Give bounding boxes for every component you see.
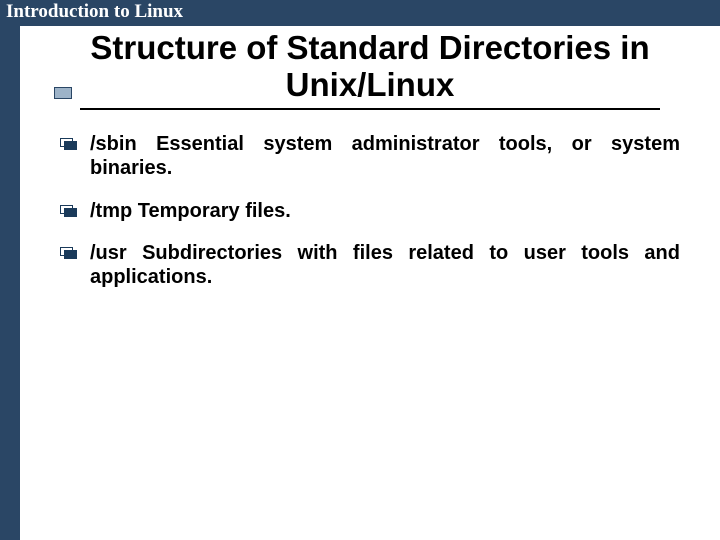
header-bar: Introduction to Linux <box>0 0 720 26</box>
bullet-icon <box>60 138 78 152</box>
title-underline <box>80 108 660 110</box>
bullet-icon <box>60 205 78 219</box>
slide: Introduction to Linux Structure of Stand… <box>0 0 720 540</box>
list-item-text: /usr Subdirectories with files related t… <box>90 241 680 290</box>
title-bullet-icon <box>40 86 86 100</box>
body-list: /sbin Essential system administrator too… <box>60 132 680 290</box>
list-item: /sbin Essential system administrator too… <box>60 132 680 181</box>
bullet-icon <box>60 247 78 261</box>
course-title: Introduction to Linux <box>6 1 183 22</box>
list-item-text: /tmp Temporary files. <box>90 199 680 223</box>
title-block: Structure of Standard Directories in Uni… <box>40 30 700 110</box>
list-item-text: /sbin Essential system administrator too… <box>90 132 680 181</box>
content-area: Structure of Standard Directories in Uni… <box>20 26 720 540</box>
left-stripe <box>0 0 20 540</box>
slide-title: Structure of Standard Directories in Uni… <box>40 30 700 106</box>
list-item: /tmp Temporary files. <box>60 199 680 223</box>
list-item: /usr Subdirectories with files related t… <box>60 241 680 290</box>
